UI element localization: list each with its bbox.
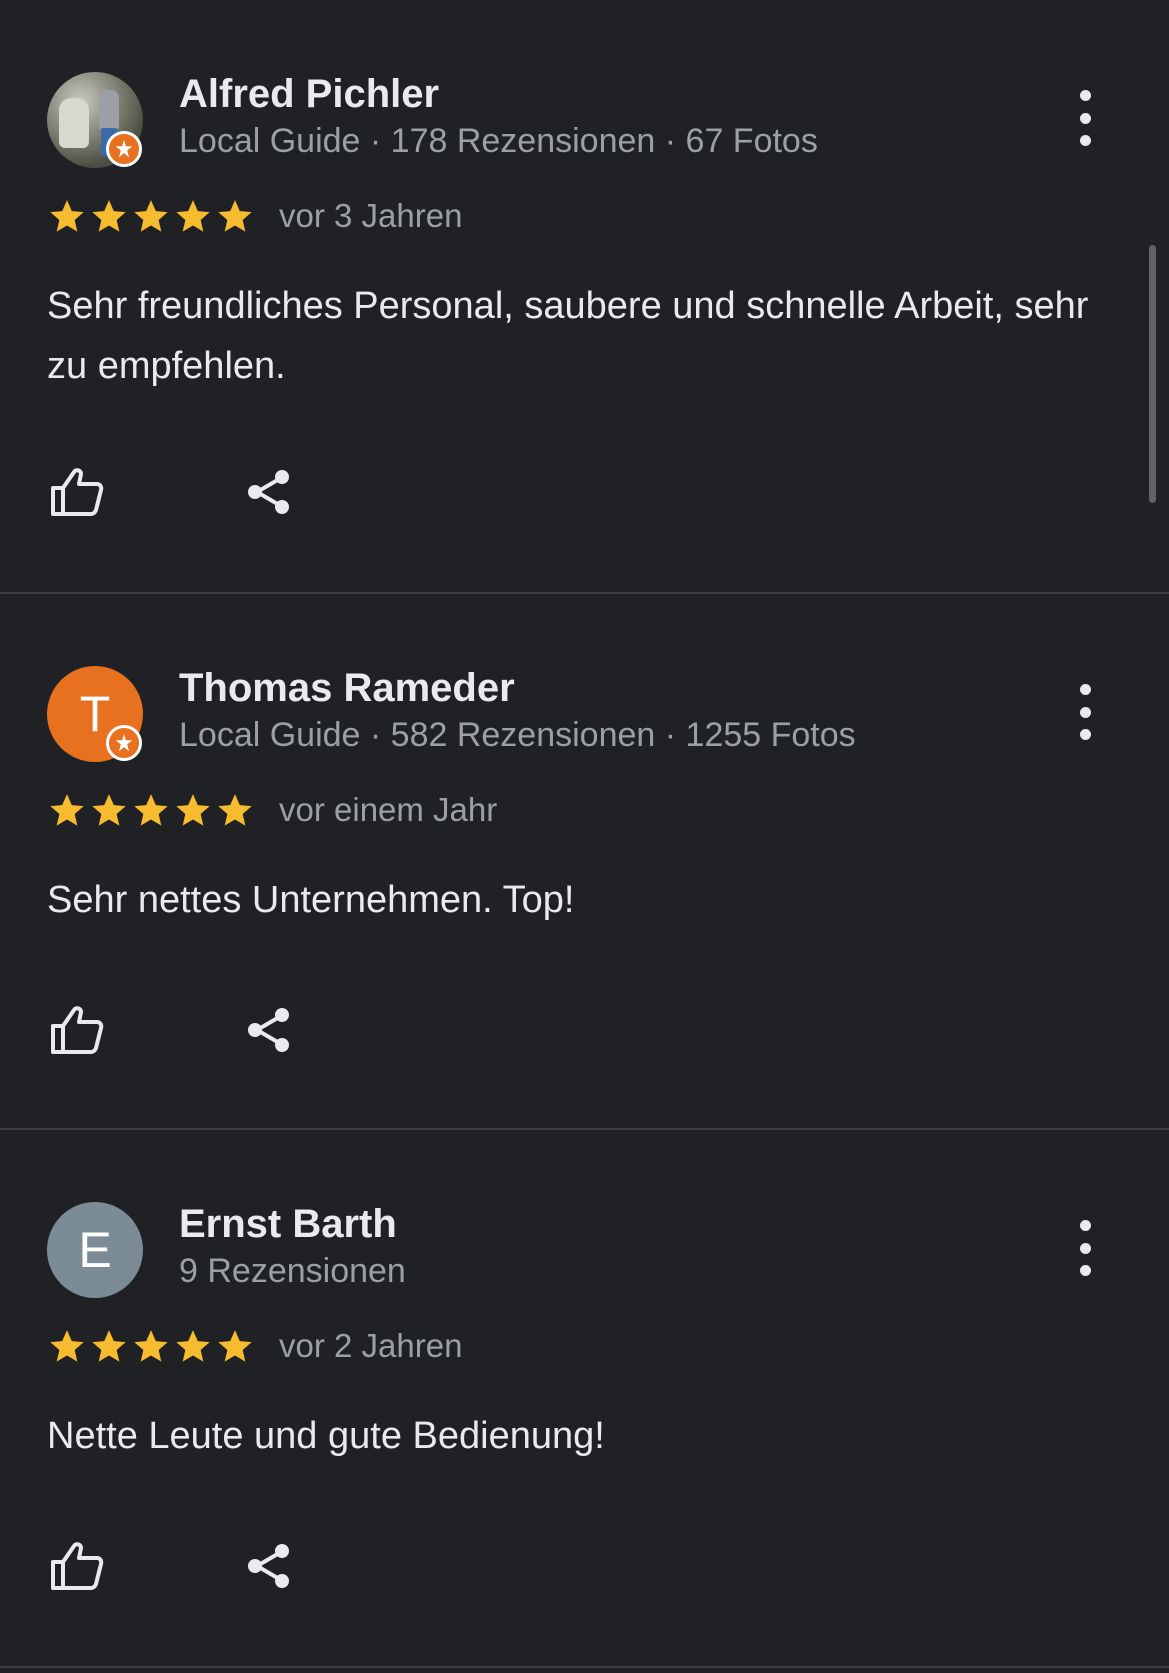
star-icon bbox=[50, 1330, 84, 1362]
avatar-photo-statue bbox=[59, 98, 89, 148]
star-rating bbox=[47, 790, 255, 830]
avatar-letter: T bbox=[79, 686, 111, 742]
star-icon bbox=[92, 794, 126, 826]
share-icon[interactable] bbox=[243, 1004, 295, 1056]
avatar[interactable] bbox=[47, 72, 143, 168]
star-icon bbox=[50, 200, 84, 232]
reviewer-meta: 9 Rezensionen bbox=[179, 1252, 406, 1290]
thumbs-up-icon[interactable] bbox=[47, 1002, 107, 1058]
star-icon bbox=[92, 200, 126, 232]
review-date: vor 2 Jahren bbox=[279, 1327, 463, 1364]
more-vertical-icon[interactable] bbox=[1072, 1220, 1098, 1276]
review-card: T Thomas Rameder Local Guide · 582 Rezen… bbox=[0, 666, 1169, 1130]
star-icon bbox=[176, 200, 210, 232]
review-date: vor 3 Jahren bbox=[279, 197, 463, 234]
star-icon bbox=[218, 794, 252, 826]
thumbs-up-icon[interactable] bbox=[47, 464, 107, 520]
rating-row: vor 3 Jahren bbox=[47, 196, 462, 236]
reviewer-meta: Local Guide · 582 Rezensionen · 1255 Fot… bbox=[179, 716, 856, 754]
more-vertical-icon[interactable] bbox=[1072, 684, 1098, 740]
star-icon bbox=[218, 200, 252, 232]
star-icon bbox=[218, 1330, 252, 1362]
review-text: Nette Leute und gute Bedienung! bbox=[47, 1415, 605, 1457]
share-icon[interactable] bbox=[243, 466, 295, 518]
reviewer-meta: Local Guide · 178 Rezensionen · 67 Fotos bbox=[179, 122, 818, 160]
star-icon bbox=[134, 200, 168, 232]
star-icon bbox=[92, 1330, 126, 1362]
star-rating bbox=[47, 196, 255, 236]
avatar[interactable]: E bbox=[47, 1202, 143, 1298]
more-vertical-icon[interactable] bbox=[1072, 90, 1098, 146]
share-icon[interactable] bbox=[243, 1540, 295, 1592]
star-icon bbox=[134, 1330, 168, 1362]
reviewer-name[interactable]: Ernst Barth bbox=[179, 1202, 397, 1247]
review-card: E Ernst Barth 9 Rezensionen vor 2 Jahren… bbox=[0, 1202, 1169, 1668]
thumbs-up-icon[interactable] bbox=[47, 1538, 107, 1594]
star-icon bbox=[50, 794, 84, 826]
avatar-letter: E bbox=[78, 1222, 112, 1278]
reviewer-name[interactable]: Alfred Pichler bbox=[179, 72, 439, 117]
avatar[interactable]: T bbox=[47, 666, 143, 762]
local-guide-badge-icon bbox=[106, 131, 142, 167]
review-text: Sehr freundliches Personal, saubere und … bbox=[47, 285, 1089, 387]
review-text: Sehr nettes Unternehmen. Top! bbox=[47, 879, 575, 921]
review-date: vor einem Jahr bbox=[279, 791, 498, 828]
reviews-list: Alfred Pichler Local Guide · 178 Rezensi… bbox=[0, 0, 1169, 1673]
local-guide-badge-icon bbox=[106, 725, 142, 761]
star-rating bbox=[47, 1326, 255, 1366]
review-card: Alfred Pichler Local Guide · 178 Rezensi… bbox=[0, 72, 1169, 594]
reviewer-name[interactable]: Thomas Rameder bbox=[179, 666, 515, 711]
star-icon bbox=[176, 1330, 210, 1362]
rating-row: vor 2 Jahren bbox=[47, 1326, 462, 1366]
star-icon bbox=[176, 794, 210, 826]
star-icon bbox=[134, 794, 168, 826]
avatar-photo-person bbox=[99, 90, 119, 130]
rating-row: vor einem Jahr bbox=[47, 790, 497, 830]
